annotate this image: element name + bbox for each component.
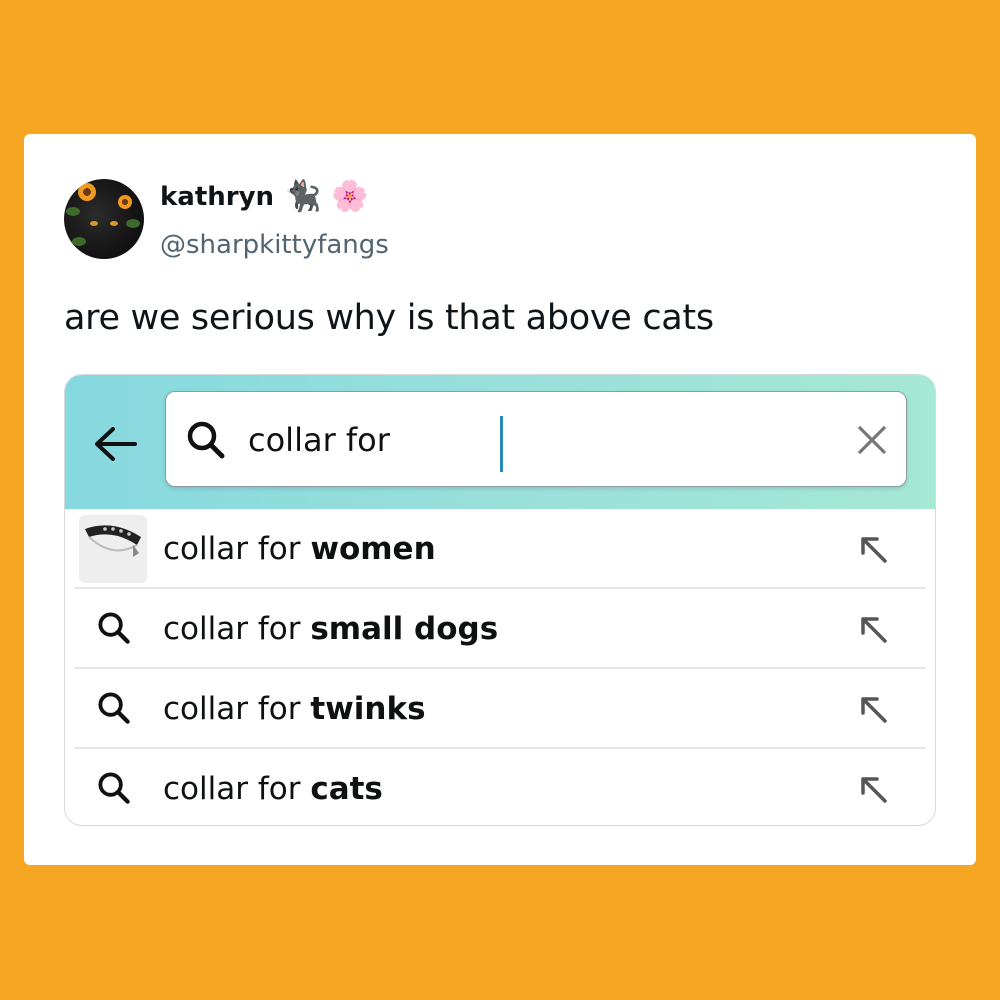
collar-product-image (85, 525, 141, 557)
leaf-decoration (66, 207, 80, 216)
search-screenshot: collar for women collar for small dogs (64, 374, 936, 826)
suggestion-prefix: collar for (163, 691, 311, 727)
black-cat-emoji: 🐈‍⬛ (284, 180, 322, 213)
search-icon (98, 772, 130, 804)
leaf-decoration (126, 219, 140, 228)
author-name-row: kathryn 🐈‍⬛ 🌸 (160, 180, 369, 213)
search-icon (98, 692, 130, 724)
suggestion-label: collar for small dogs (163, 589, 498, 669)
close-icon[interactable] (854, 422, 890, 458)
leaf-decoration (72, 237, 86, 246)
suggestion-list: collar for women collar for small dogs c… (75, 509, 925, 825)
back-button[interactable] (89, 419, 141, 469)
suggestion-label: collar for cats (163, 749, 383, 825)
suggestion-prefix: collar for (163, 771, 311, 807)
tweet-text: are we serious why is that above cats (64, 298, 714, 338)
search-icon (187, 421, 225, 459)
cat-eye (90, 221, 98, 226)
search-box[interactable] (165, 391, 907, 487)
display-name[interactable]: kathryn (160, 182, 274, 212)
suggestion-completion: women (310, 531, 436, 567)
fill-query-arrow-icon[interactable] (855, 611, 891, 647)
search-icon (98, 612, 130, 644)
fill-query-arrow-icon[interactable] (855, 531, 891, 567)
suggestion-item[interactable]: collar for cats (75, 749, 925, 825)
suggestion-item[interactable]: collar for twinks (75, 669, 925, 749)
sunflower-decoration (118, 195, 132, 209)
cat-eye (110, 221, 118, 226)
search-header (65, 375, 935, 509)
product-thumbnail (79, 515, 147, 583)
fill-query-arrow-icon[interactable] (855, 691, 891, 727)
tweet-card: kathryn 🐈‍⬛ 🌸 @sharpkittyfangs are we se… (24, 134, 976, 865)
suggestion-completion: twinks (310, 691, 426, 727)
back-arrow-icon (95, 427, 137, 461)
sunflower-decoration (78, 183, 96, 201)
text-caret (500, 416, 503, 472)
user-handle[interactable]: @sharpkittyfangs (160, 230, 389, 260)
search-input[interactable] (248, 410, 768, 470)
suggestion-item[interactable]: collar for small dogs (75, 589, 925, 669)
suggestion-label: collar for twinks (163, 669, 426, 749)
suggestion-prefix: collar for (163, 611, 311, 647)
suggestion-label: collar for women (163, 509, 436, 589)
suggestion-completion: small dogs (310, 611, 499, 647)
suggestion-prefix: collar for (163, 531, 311, 567)
fill-query-arrow-icon[interactable] (855, 771, 891, 807)
avatar[interactable] (64, 179, 144, 259)
suggestion-completion: cats (310, 771, 383, 807)
cherry-blossom-emoji: 🌸 (331, 180, 369, 213)
suggestion-item[interactable]: collar for women (75, 509, 925, 589)
